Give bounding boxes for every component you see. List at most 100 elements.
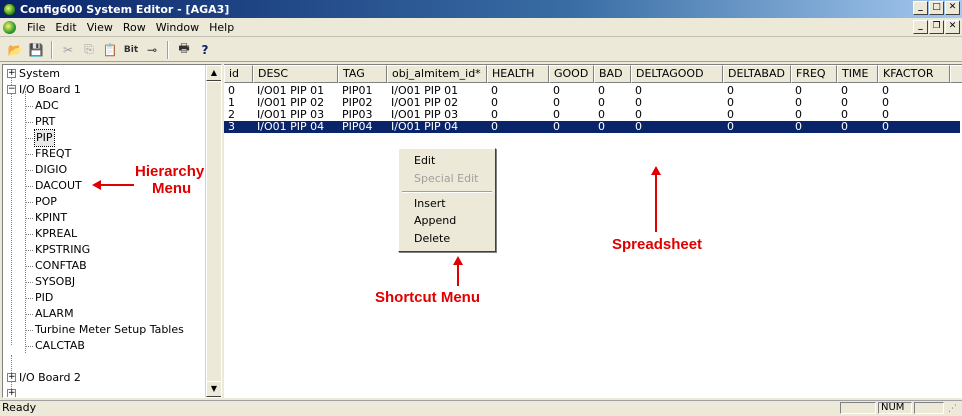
menu-file[interactable]: File — [22, 21, 50, 34]
spreadsheet-grid[interactable]: id DESC TAG obj_almitem_id* HEALTH GOOD BAD DEL… — [224, 64, 962, 398]
column-header[interactable]: DELTAGOOD — [631, 65, 723, 83]
scroll-up-icon[interactable]: ▲ — [206, 65, 221, 81]
table-cell[interactable]: 0 — [723, 109, 791, 121]
maximize-button[interactable]: □ — [929, 1, 944, 15]
print-icon[interactable]: 🖶 — [175, 41, 193, 59]
table-cell[interactable]: 0 — [723, 97, 791, 109]
table-cell[interactable]: PIP04 — [338, 121, 387, 133]
column-header[interactable]: TAG — [338, 65, 387, 83]
minimize-button[interactable]: _ — [913, 1, 928, 15]
column-header[interactable]: DELTABAD — [723, 65, 791, 83]
table-cell[interactable]: 0 — [837, 85, 878, 97]
paste-icon[interactable]: 📋 — [101, 41, 119, 59]
resize-grip-icon[interactable]: ⋰ — [948, 403, 957, 416]
table-cell[interactable]: 0 — [837, 109, 878, 121]
table-cell[interactable]: I/O01 PIP 03 — [253, 109, 338, 121]
table-cell[interactable]: 0 — [631, 109, 723, 121]
bits-icon[interactable]: Bit — [122, 41, 140, 59]
menu-view[interactable]: View — [82, 21, 118, 34]
table-cell[interactable]: 0 — [878, 121, 950, 133]
column-header[interactable] — [950, 65, 962, 83]
table-cell[interactable]: 3 — [224, 121, 253, 133]
help-icon[interactable]: ? — [196, 41, 214, 59]
table-cell[interactable]: 0 — [723, 121, 791, 133]
app-icon[interactable] — [3, 2, 16, 16]
table-cell[interactable]: I/O01 PIP 02 — [387, 97, 487, 109]
table-cell[interactable]: 0 — [487, 121, 549, 133]
table-cell[interactable]: 0 — [631, 97, 723, 109]
ctx-special-edit[interactable]: Special Edit — [414, 172, 478, 186]
tree-scrollbar[interactable]: ▲ ▼ — [205, 65, 221, 397]
table-cell[interactable]: 1 — [224, 97, 253, 109]
table-row[interactable]: 3 I/O01 PIP 04 PIP04 I/O01 PIP 04 0 0 0 0 0 0 0 0 — [224, 121, 960, 133]
table-row[interactable]: 2 I/O01 PIP 03 PIP03 I/O01 PIP 03 0 0 0 0 0 0 0 0 — [224, 109, 960, 121]
table-cell[interactable]: 0 — [631, 121, 723, 133]
close-button[interactable]: ✕ — [945, 1, 960, 15]
menu-help[interactable]: Help — [204, 21, 239, 34]
table-cell[interactable]: PIP01 — [338, 85, 387, 97]
table-cell[interactable]: 0 — [549, 109, 594, 121]
table-cell[interactable]: 0 — [878, 85, 950, 97]
column-header[interactable]: obj_almitem_id* — [387, 65, 487, 83]
table-cell[interactable]: 0 — [878, 109, 950, 121]
table-cell[interactable]: I/O01 PIP 04 — [387, 121, 487, 133]
expand-icon[interactable]: + — [7, 373, 16, 382]
table-cell[interactable]: I/O01 PIP 01 — [253, 85, 338, 97]
table-cell[interactable]: 0 — [878, 97, 950, 109]
doc-close-button[interactable]: ✕ — [945, 20, 960, 34]
table-cell[interactable]: 0 — [791, 97, 837, 109]
title-bar[interactable]: Config600 System Editor - [AGA3] _ □ ✕ — [0, 0, 962, 18]
table-cell[interactable]: 0 — [837, 121, 878, 133]
ctx-edit[interactable]: Edit — [414, 154, 435, 168]
table-cell[interactable]: 0 — [549, 121, 594, 133]
table-cell[interactable]: 0 — [487, 109, 549, 121]
ctx-append[interactable]: Append — [414, 214, 456, 228]
scroll-thumb[interactable] — [206, 81, 221, 383]
menu-window[interactable]: Window — [151, 21, 204, 34]
table-cell[interactable]: 0 — [631, 85, 723, 97]
table-cell[interactable]: 0 — [791, 85, 837, 97]
expand-icon[interactable]: + — [7, 69, 16, 78]
column-header[interactable]: DESC — [253, 65, 338, 83]
document-icon[interactable] — [3, 20, 16, 34]
menu-edit[interactable]: Edit — [50, 21, 81, 34]
ctx-insert[interactable]: Insert — [414, 197, 446, 211]
table-cell[interactable]: I/O01 PIP 02 — [253, 97, 338, 109]
table-cell[interactable]: 0 — [549, 85, 594, 97]
hierarchy-tree[interactable]: + System − I/O Board 1 ADC PRT PIP FREQT DIG… — [2, 64, 222, 398]
column-header[interactable]: GOOD — [549, 65, 594, 83]
table-row[interactable]: 1 I/O01 PIP 02 PIP02 I/O01 PIP 02 0 0 0 0 0 0 0 0 — [224, 97, 960, 109]
table-cell[interactable]: PIP03 — [338, 109, 387, 121]
table-cell[interactable]: 0 — [549, 97, 594, 109]
table-cell[interactable]: 2 — [224, 109, 253, 121]
table-cell[interactable]: 0 — [594, 121, 631, 133]
column-header[interactable]: KFACTOR — [878, 65, 950, 83]
table-cell[interactable]: 0 — [837, 97, 878, 109]
doc-restore-button[interactable]: ❐ — [929, 20, 944, 34]
doc-minimize-button[interactable]: _ — [913, 20, 928, 34]
column-header[interactable]: id — [224, 65, 253, 83]
scroll-down-icon[interactable]: ▼ — [206, 381, 221, 397]
column-header[interactable]: FREQ — [791, 65, 837, 83]
cut-icon[interactable]: ✂ — [59, 41, 77, 59]
table-cell[interactable]: PIP02 — [338, 97, 387, 109]
table-cell[interactable]: 0 — [594, 97, 631, 109]
expand-icon[interactable]: + — [7, 389, 16, 397]
link-icon[interactable]: ⊸ — [143, 41, 161, 59]
table-cell[interactable]: 0 — [487, 97, 549, 109]
table-cell[interactable]: 0 — [723, 85, 791, 97]
table-cell[interactable]: 0 — [594, 109, 631, 121]
ctx-delete[interactable]: Delete — [414, 232, 450, 246]
table-cell[interactable]: I/O01 PIP 01 — [387, 85, 487, 97]
table-cell[interactable]: 0 — [791, 121, 837, 133]
table-cell[interactable]: 0 — [224, 85, 253, 97]
menu-row[interactable]: Row — [118, 21, 151, 34]
table-row[interactable]: 0 I/O01 PIP 01 PIP01 I/O01 PIP 01 0 0 0 0 0 0 0 0 — [224, 85, 960, 97]
column-header[interactable]: HEALTH — [487, 65, 549, 83]
table-cell[interactable]: 0 — [594, 85, 631, 97]
column-header[interactable]: TIME — [837, 65, 878, 83]
table-cell[interactable]: 0 — [791, 109, 837, 121]
table-cell[interactable]: I/O01 PIP 03 — [387, 109, 487, 121]
save-icon[interactable]: 💾 — [27, 41, 45, 59]
copy-icon[interactable]: ⎘ — [80, 41, 98, 59]
